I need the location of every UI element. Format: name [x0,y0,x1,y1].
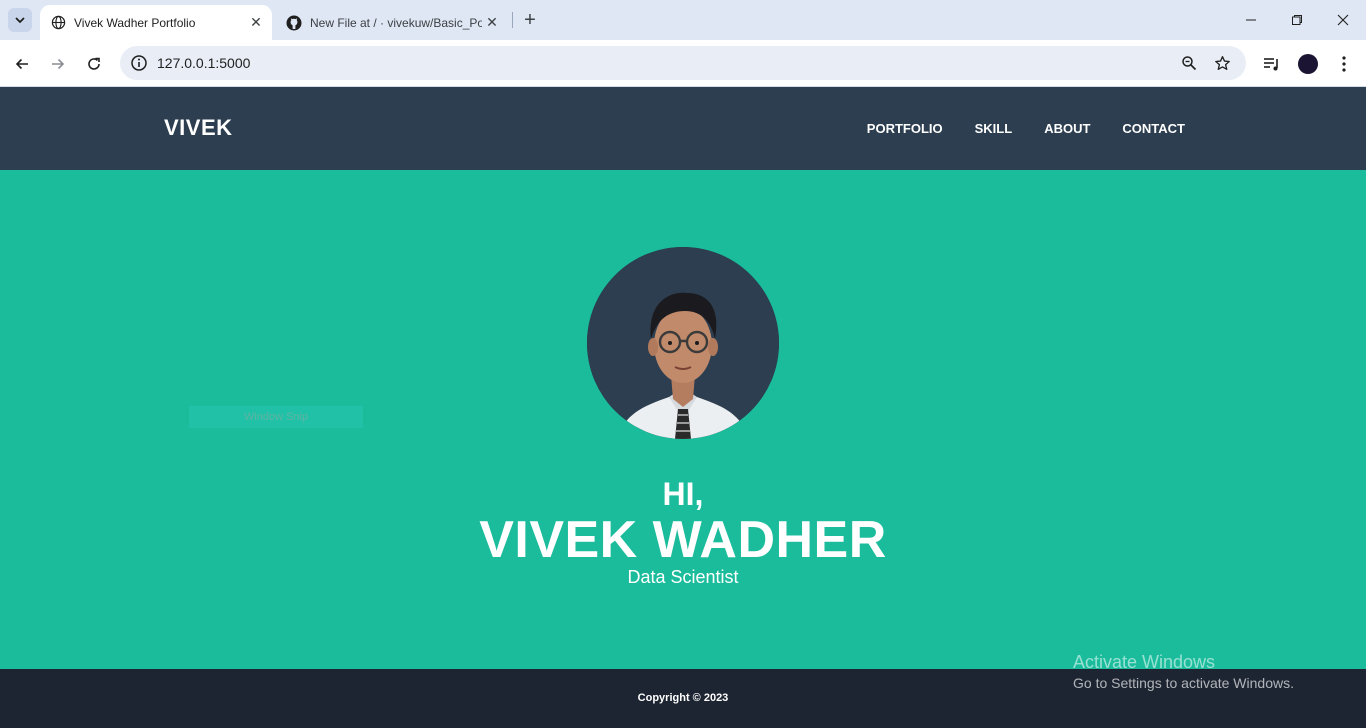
new-tab-button[interactable]: + [520,9,540,31]
minimize-button[interactable] [1228,0,1274,40]
arrow-right-icon [52,58,65,70]
star-icon[interactable] [1212,53,1232,73]
url-text[interactable]: 127.0.0.1:5000 [157,55,250,71]
tab-search-button[interactable] [8,8,32,32]
nav-link-contact[interactable]: CONTACT [1122,121,1185,136]
zoom-icon[interactable] [1179,53,1199,73]
window-snip-overlay: Window Snip [189,406,363,428]
browser-toolbar: 127.0.0.1:5000 [0,40,1366,87]
media-control-icon[interactable] [1260,52,1284,76]
tab-portfolio[interactable]: Vivek Wadher Portfolio ✕ [40,5,272,40]
close-icon[interactable]: ✕ [246,13,266,33]
reload-icon [88,57,100,70]
info-icon[interactable] [130,54,148,72]
tab-title: New File at / · vivekuw/Basic_Po [310,15,482,30]
close-icon[interactable]: ✕ [482,13,502,33]
hero-section: Window Snip HI, VIVEK WADHER Data Scient… [0,170,1366,669]
tab-separator [512,12,513,28]
hero-role: Data Scientist [627,567,739,587]
reload-button[interactable] [80,50,108,78]
back-button[interactable] [8,50,36,78]
nav-links: PORTFOLIO SKILL ABOUT CONTACT [867,121,1185,136]
chevron-down-icon [15,17,25,24]
profile-photo [587,247,779,439]
activate-windows-title: Activate Windows [1073,652,1216,672]
site-navbar: VIVEK PORTFOLIO SKILL ABOUT CONTACT [0,87,1366,170]
nav-link-portfolio[interactable]: PORTFOLIO [867,121,943,136]
nav-link-about[interactable]: ABOUT [1044,121,1090,136]
avatar [1298,54,1318,74]
hero-name: VIVEK WADHER [479,511,887,569]
github-icon [286,15,302,31]
profile-avatar-button[interactable] [1296,52,1320,76]
activate-windows-watermark: Activate Windows Go to Settings to activ… [1073,652,1294,691]
minimize-icon [1246,19,1256,21]
activate-windows-subtitle: Go to Settings to activate Windows. [1073,675,1294,691]
address-bar[interactable]: 127.0.0.1:5000 [120,46,1246,80]
hero-greeting: HI, [662,476,704,512]
nav-link-skill[interactable]: SKILL [975,121,1013,136]
forward-button[interactable] [44,50,72,78]
menu-icon[interactable] [1332,52,1356,76]
globe-icon [50,15,66,31]
restore-icon [1292,15,1302,25]
tab-title: Vivek Wadher Portfolio [74,15,196,30]
brand-logo[interactable]: VIVEK [164,115,233,141]
copyright-text: Copyright © 2023 [637,692,729,704]
restore-button[interactable] [1274,0,1320,40]
close-icon [1337,14,1349,26]
tab-github[interactable]: New File at / · vivekuw/Basic_Po ✕ [276,5,508,40]
tab-strip: Vivek Wadher Portfolio ✕ New File at / ·… [0,0,1366,40]
window-close-button[interactable] [1320,0,1366,40]
arrow-left-icon [15,58,28,70]
